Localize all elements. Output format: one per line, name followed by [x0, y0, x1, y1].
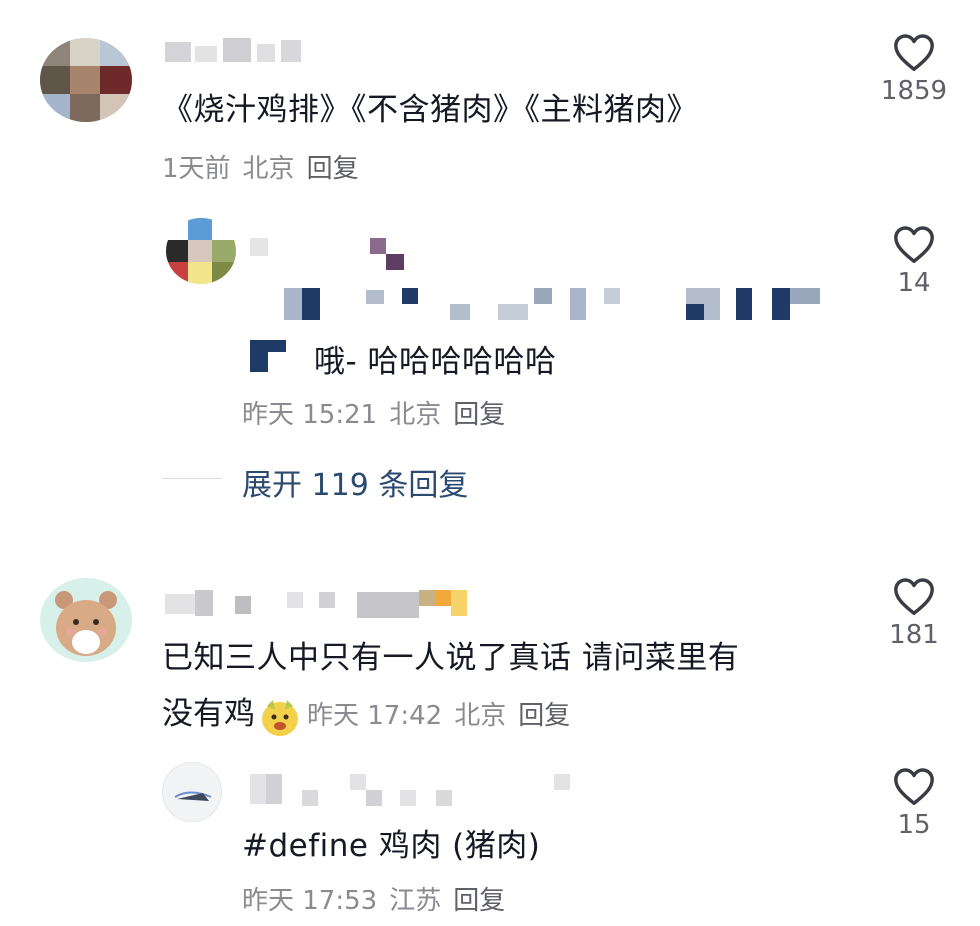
heart-outline-icon [894, 768, 934, 805]
expand-replies-button[interactable]: 展开 119 条回复 [242, 460, 468, 504]
dog-face-emoji-icon [262, 699, 298, 736]
like-count: 1859 [880, 76, 948, 106]
heart-outline-icon [894, 34, 934, 72]
bear-avatar-icon [55, 591, 117, 656]
like-count: 15 [897, 810, 931, 840]
reply-location: 江苏 [389, 886, 442, 916]
reply-meta: 昨天 15:21 北京 回复 [242, 394, 517, 431]
expand-divider [162, 478, 222, 479]
username-blurred[interactable] [250, 774, 570, 808]
reply-text-blurred [250, 340, 286, 372]
reply-button[interactable]: 回复 [307, 154, 359, 184]
comment-text-line1: 已知三人中只有一人说了真话 请问菜里有 [162, 640, 740, 676]
like-button[interactable]: 181 [874, 576, 954, 650]
comment-time: 昨天 17:42 [307, 701, 443, 731]
like-button[interactable]: 15 [874, 766, 954, 840]
reply-button[interactable]: 回复 [453, 886, 505, 916]
reply-text: 哦- 哈哈哈哈哈哈 [314, 344, 557, 380]
avatar[interactable] [40, 578, 132, 662]
pen-avatar-icon [174, 791, 212, 801]
reply-button[interactable]: 回复 [518, 701, 570, 731]
comment-location: 北京 [242, 154, 295, 184]
reply-meta: 昨天 17:53 江苏 回复 [242, 880, 517, 917]
like-count: 181 [889, 620, 939, 650]
comment-text: 《烧汁鸡排》《不含猪肉》《主料猪肉》 [162, 92, 698, 128]
avatar[interactable] [162, 762, 222, 822]
heart-outline-icon [894, 226, 934, 263]
reply-time: 昨天 17:53 [242, 886, 378, 916]
comment-location: 北京 [454, 701, 507, 731]
reply-text: #define 鸡肉 (猪肉) [242, 828, 541, 864]
reply-button[interactable]: 回复 [453, 400, 505, 430]
comment-text-line2: 没有鸡 [162, 696, 255, 732]
avatar[interactable] [166, 218, 236, 284]
username-blurred[interactable] [165, 588, 475, 620]
like-count: 14 [897, 268, 931, 298]
like-button[interactable]: 14 [874, 224, 954, 298]
like-button[interactable]: 1859 [874, 32, 954, 106]
username-blurred[interactable] [165, 36, 305, 66]
reply-text-blurred [270, 286, 840, 322]
comment-meta: 1天前 北京 回复 [162, 148, 371, 185]
username-blurred[interactable] [250, 236, 410, 272]
comment-time: 1天前 [162, 154, 231, 184]
heart-outline-icon [894, 578, 934, 615]
avatar[interactable] [40, 38, 132, 122]
comment-meta: 没有鸡 昨天 17:42 北京 回复 [162, 688, 582, 738]
reply-time: 昨天 15:21 [242, 400, 378, 430]
reply-location: 北京 [389, 400, 442, 430]
